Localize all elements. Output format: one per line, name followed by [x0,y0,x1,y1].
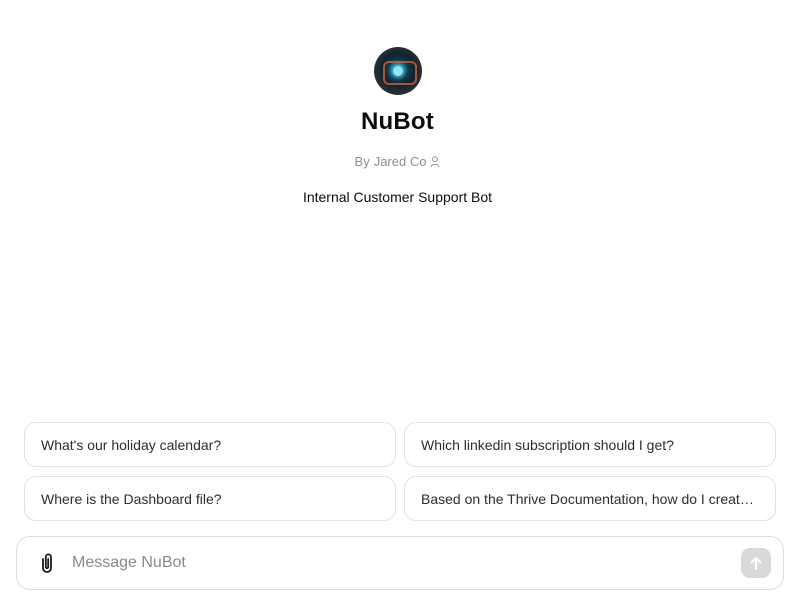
send-button[interactable] [741,548,771,578]
conversation-starters: What's our holiday calendar? Which linke… [24,422,776,521]
message-composer [16,536,784,590]
bot-author: By Jared Co [355,154,441,169]
bot-intro: NuBot By Jared Co Internal Customer Supp… [0,47,795,205]
starter-label: Where is the Dashboard file? [41,490,222,507]
bot-name: NuBot [361,108,434,135]
person-icon [430,155,440,167]
author-prefix: By [354,154,370,169]
message-input[interactable] [72,554,741,572]
starter-label: What's our holiday calendar? [41,436,222,453]
starter-button[interactable]: Based on the Thrive Documentation, how d… [404,476,776,521]
starter-label: Based on the Thrive Documentation, how d… [421,490,759,507]
paperclip-icon [42,553,52,573]
bot-avatar [373,47,422,95]
chat-page: NuBot By Jared Co Internal Customer Supp… [0,0,795,600]
attach-button[interactable] [34,550,60,576]
arrow-up-icon [750,557,762,570]
starter-button[interactable]: Where is the Dashboard file? [24,476,396,521]
starter-button[interactable]: What's our holiday calendar? [24,422,396,467]
starter-button[interactable]: Which linkedin subscription should I get… [404,422,776,467]
starter-label: Which linkedin subscription should I get… [421,436,674,453]
bot-description: Internal Customer Support Bot [302,189,493,205]
author-name[interactable]: Jared Co [374,154,427,169]
